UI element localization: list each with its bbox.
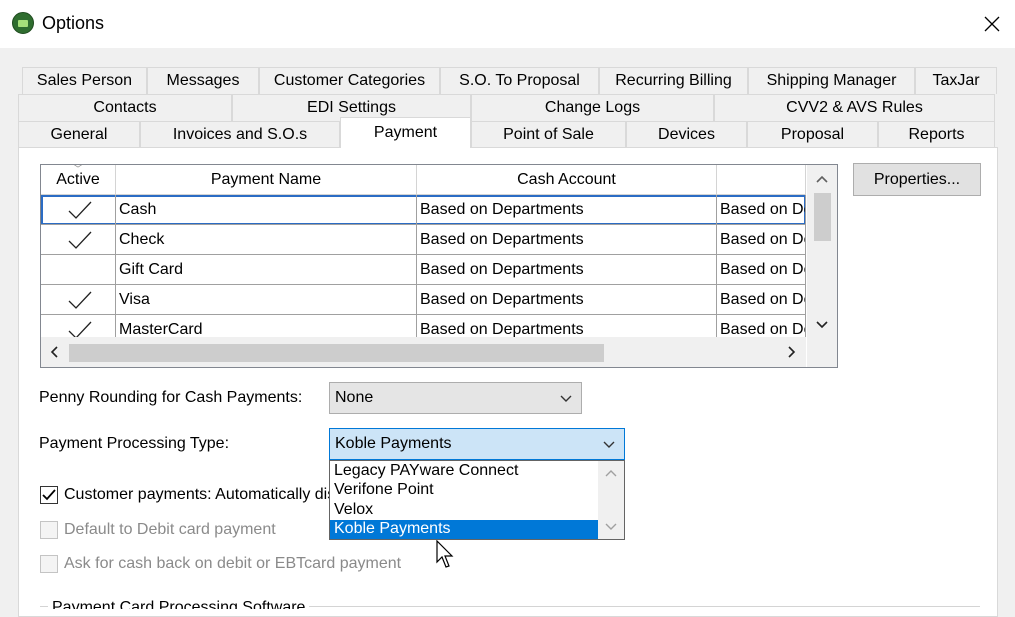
extra-cell[interactable]: Based on De <box>717 255 806 285</box>
tab-contacts[interactable]: Contacts <box>18 94 232 121</box>
payment-name-cell[interactable]: Cash <box>116 195 417 225</box>
processing-type-select[interactable]: Koble Payments <box>329 428 625 460</box>
vertical-scroll-thumb[interactable] <box>814 193 831 241</box>
tab-change-logs[interactable]: Change Logs <box>471 94 714 121</box>
payment-name-cell[interactable]: Visa <box>116 285 417 315</box>
app-icon <box>12 12 34 34</box>
tab-devices[interactable]: Devices <box>626 121 747 148</box>
horizontal-scrollbar[interactable] <box>41 337 806 367</box>
column-header-payment-name[interactable]: Payment Name <box>116 165 417 195</box>
chevron-up-icon <box>605 470 617 477</box>
cash-account-cell[interactable]: Based on Departments <box>417 285 717 315</box>
column-header-extra[interactable] <box>717 165 806 195</box>
chevron-down-icon <box>605 523 617 530</box>
default-debit-checkbox[interactable] <box>40 521 58 539</box>
dropdown-scroll-down-button[interactable] <box>598 517 624 537</box>
penny-rounding-select[interactable]: None <box>329 382 582 414</box>
cash-back-checkbox[interactable] <box>40 555 58 573</box>
active-cell[interactable] <box>41 195 116 225</box>
table-row[interactable]: Cash Based on Departments Based on De <box>41 195 806 225</box>
dropdown-option[interactable]: Velox <box>330 500 598 520</box>
dropdown-scrollbar[interactable] <box>598 461 624 539</box>
sort-indicator-icon: ﹀ <box>73 164 83 174</box>
check-mark-icon <box>44 200 115 220</box>
chevron-right-icon <box>788 346 796 358</box>
extra-cell[interactable]: Based on De <box>717 195 806 225</box>
tab-invoices-and-sos[interactable]: Invoices and S.O.s <box>140 121 340 148</box>
close-button[interactable] <box>969 0 1015 48</box>
tab-sales-person[interactable]: Sales Person <box>22 67 147 94</box>
tab-messages[interactable]: Messages <box>147 67 259 94</box>
check-mark-icon <box>44 230 115 250</box>
cash-account-cell[interactable]: Based on Departments <box>417 195 717 225</box>
close-icon <box>984 16 1000 32</box>
payment-name-cell[interactable]: Gift Card <box>116 255 417 285</box>
table-row[interactable]: Gift Card Based on Departments Based on … <box>41 255 806 285</box>
dropdown-option[interactable]: Legacy PAYware Connect <box>330 461 598 481</box>
group-box-title: Payment Card Processing Software <box>48 598 310 609</box>
chevron-down-icon <box>560 395 572 402</box>
active-cell[interactable] <box>41 225 116 255</box>
dropdown-scroll-up-button[interactable] <box>598 463 624 483</box>
tab-customer-categories[interactable]: Customer Categories <box>259 67 440 94</box>
mouse-cursor-icon <box>436 540 454 568</box>
auto-distribute-label: Customer payments: Automatically dis <box>64 486 329 503</box>
chevron-down-icon <box>603 441 615 448</box>
scroll-down-button[interactable] <box>807 313 837 337</box>
penny-rounding-label: Penny Rounding for Cash Payments: <box>39 389 303 406</box>
column-header-label: Payment Name <box>210 170 322 188</box>
processing-type-label: Payment Processing Type: <box>39 435 230 452</box>
column-header-label: Cash Account <box>517 170 616 188</box>
tab-so-to-proposal[interactable]: S.O. To Proposal <box>440 67 599 94</box>
extra-cell[interactable]: Based on De <box>717 225 806 255</box>
scroll-corner <box>807 337 837 367</box>
processing-type-value: Koble Payments <box>335 435 452 452</box>
payment-methods-grid[interactable]: ﹀ Active Payment Name Cash Account Cash … <box>40 164 838 368</box>
tab-cvv2-avs-rules[interactable]: CVV2 & AVS Rules <box>714 94 995 121</box>
active-cell[interactable] <box>41 255 116 285</box>
tab-point-of-sale[interactable]: Point of Sale <box>471 121 626 148</box>
dropdown-option-selected[interactable]: Koble Payments <box>330 519 598 539</box>
tab-proposal[interactable]: Proposal <box>747 121 878 148</box>
cash-account-cell[interactable]: Based on Departments <box>417 255 717 285</box>
chevron-left-icon <box>50 346 58 358</box>
auto-distribute-checkbox[interactable] <box>40 486 58 504</box>
vertical-scrollbar[interactable] <box>807 165 837 337</box>
chevron-up-icon <box>816 175 828 183</box>
dropdown-option[interactable]: Verifone Point <box>330 481 598 501</box>
check-mark-icon <box>42 489 56 501</box>
penny-rounding-value: None <box>335 389 374 406</box>
chevron-down-icon <box>816 321 828 329</box>
tab-reports[interactable]: Reports <box>878 121 995 148</box>
cash-account-cell[interactable]: Based on Departments <box>417 225 717 255</box>
scroll-left-button[interactable] <box>41 337 67 367</box>
column-header-active[interactable]: ﹀ Active <box>41 165 116 195</box>
extra-cell[interactable]: Based on De <box>717 285 806 315</box>
grid-header: ﹀ Active Payment Name Cash Account <box>41 165 806 195</box>
properties-button[interactable]: Properties... <box>853 163 981 196</box>
horizontal-scroll-thumb[interactable] <box>69 344 604 362</box>
table-row[interactable]: Check Based on Departments Based on De <box>41 225 806 255</box>
title-bar: Options <box>0 0 1015 48</box>
tab-recurring-billing[interactable]: Recurring Billing <box>599 67 748 94</box>
tab-shipping-manager[interactable]: Shipping Manager <box>748 67 915 94</box>
active-cell[interactable] <box>41 285 116 315</box>
column-header-cash-account[interactable]: Cash Account <box>417 165 717 195</box>
window-title: Options <box>42 13 105 33</box>
check-mark-icon <box>44 290 115 310</box>
tab-general[interactable]: General <box>18 121 140 148</box>
payment-name-cell[interactable]: Check <box>116 225 417 255</box>
default-debit-label: Default to Debit card payment <box>64 521 276 538</box>
table-row[interactable]: Visa Based on Departments Based on De <box>41 285 806 315</box>
cash-back-label: Ask for cash back on debit or EBTcard pa… <box>64 555 402 572</box>
scroll-up-button[interactable] <box>807 165 837 193</box>
processing-type-dropdown[interactable]: Legacy PAYware Connect Verifone Point Ve… <box>329 460 625 540</box>
tab-payment[interactable]: Payment <box>340 117 471 148</box>
scroll-right-button[interactable] <box>779 337 805 367</box>
tab-taxjar[interactable]: TaxJar <box>915 67 997 94</box>
